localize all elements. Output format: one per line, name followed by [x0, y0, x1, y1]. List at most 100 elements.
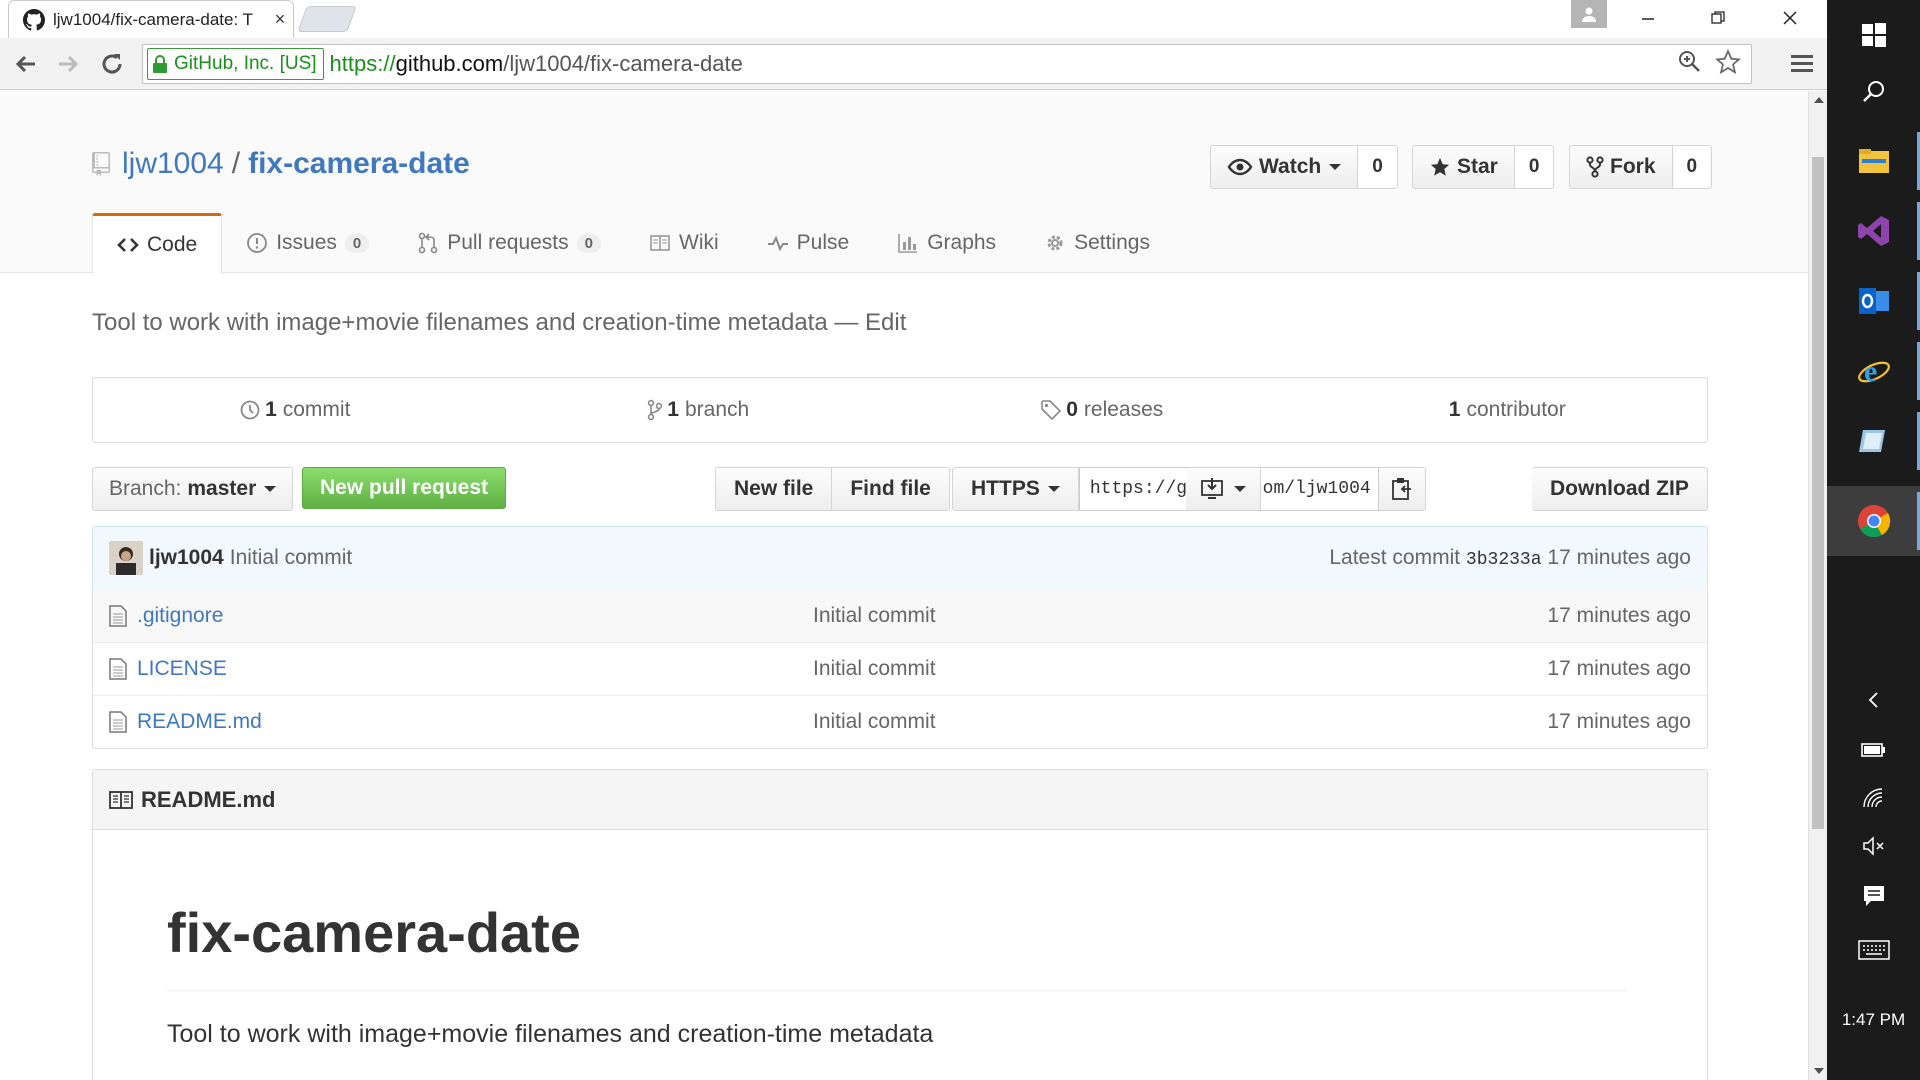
restore-icon[interactable] — [1690, 0, 1746, 36]
chevron-left-icon[interactable] — [1827, 680, 1920, 720]
svg-text:e: e — [1864, 355, 1877, 388]
outlook-icon[interactable] — [1827, 266, 1920, 336]
numbers-summary: 1 commit 1 branch 0 releases 1 contributor — [92, 377, 1708, 443]
repo-owner-link[interactable]: ljw1004 — [122, 147, 224, 181]
protocol-select-button[interactable]: HTTPS — [952, 467, 1079, 511]
url-text[interactable]: https://github.com/ljw1004/fix-camera-da… — [330, 51, 743, 77]
file-icon — [109, 604, 127, 627]
tab-code[interactable]: Code — [92, 213, 223, 274]
chrome-menu-icon[interactable] — [1788, 50, 1816, 78]
book-icon — [109, 790, 133, 809]
browser-titlebar: ljw1004/fix-camera-date: T × — [0, 0, 1827, 38]
branches-link[interactable]: 1 branch — [497, 378, 901, 442]
file-name-link[interactable]: README.md — [137, 710, 813, 734]
commit-author-link[interactable]: ljw1004 — [149, 546, 224, 570]
graph-icon — [898, 234, 918, 253]
branch-select-button[interactable]: Branch: master — [92, 467, 294, 511]
tab-close-icon[interactable]: × — [267, 9, 293, 30]
readme-body: Tool to work with image+movie filenames … — [167, 1020, 934, 1048]
volume-muted-icon[interactable] — [1827, 826, 1920, 866]
file-commit-message[interactable]: Initial commit — [813, 657, 1547, 681]
star-button[interactable]: Star — [1412, 145, 1515, 189]
secure-badge[interactable]: GitHub, Inc. [US] — [147, 48, 324, 80]
file-list: .gitignore Initial commit 17 minutes ago… — [92, 589, 1708, 749]
releases-link[interactable]: 0 releases — [900, 378, 1304, 442]
pulse-icon — [767, 235, 788, 252]
branch-icon — [648, 399, 663, 421]
book-icon — [650, 235, 670, 251]
tab-wiki[interactable]: Wiki — [625, 213, 743, 273]
profile-icon[interactable] — [1571, 0, 1607, 28]
page-scrollbar[interactable] — [1808, 91, 1827, 1080]
app-icon[interactable] — [1827, 406, 1920, 476]
new-file-button[interactable]: New file — [715, 467, 833, 511]
caret-down-icon — [1329, 164, 1342, 170]
fork-icon — [1586, 156, 1604, 178]
commit-tease: ljw1004 Initial commit Latest commit 3b3… — [92, 526, 1708, 590]
scrollbar-thumb[interactable] — [1812, 157, 1824, 829]
visual-studio-icon[interactable] — [1827, 196, 1920, 266]
file-name-link[interactable]: .gitignore — [137, 604, 813, 628]
file-commit-message[interactable]: Initial commit — [813, 604, 1547, 628]
chrome-icon[interactable] — [1827, 486, 1920, 556]
file-age: 17 minutes ago — [1547, 603, 1691, 627]
gear-icon — [1047, 235, 1063, 251]
file-icon — [109, 658, 127, 680]
commit-message-link[interactable]: Initial commit — [230, 546, 353, 570]
internet-explorer-icon[interactable]: e — [1827, 336, 1920, 406]
notifications-icon[interactable] — [1827, 876, 1920, 916]
back-icon[interactable] — [8, 46, 44, 82]
caret-down-icon — [1234, 486, 1246, 492]
table-row: README.md Initial commit 17 minutes ago — [93, 695, 1707, 748]
repo-name-link[interactable]: fix-camera-date — [248, 147, 470, 181]
tab-issues[interactable]: Issues 0 — [222, 213, 393, 273]
battery-icon[interactable] — [1827, 730, 1920, 770]
browser-tab[interactable]: ljw1004/fix-camera-date: T × — [8, 0, 294, 38]
wifi-icon[interactable] — [1827, 778, 1920, 818]
watch-group: Watch 0 — [1210, 145, 1398, 189]
download-zip-button[interactable]: Download ZIP — [1532, 467, 1708, 511]
copy-url-button[interactable] — [1378, 467, 1426, 511]
description-edit-link[interactable]: Edit — [865, 309, 906, 336]
find-file-button[interactable]: Find file — [832, 467, 950, 511]
tab-settings[interactable]: Settings — [1020, 213, 1174, 273]
zoom-icon[interactable] — [1677, 49, 1701, 73]
repo-nav: Code Issues 0 Pull requests 0 Wiki Pulse G… — [92, 213, 1174, 274]
star-icon — [1430, 157, 1450, 176]
tab-pulse[interactable]: Pulse — [743, 213, 874, 273]
commits-link[interactable]: 1 commit — [93, 378, 497, 442]
file-explorer-icon[interactable] — [1827, 126, 1920, 196]
open-desktop-group — [1186, 467, 1261, 511]
contributors-link[interactable]: 1 contributor — [1304, 378, 1708, 442]
file-name-link[interactable]: LICENSE — [137, 657, 813, 681]
new-tab-button[interactable] — [297, 6, 357, 32]
open-in-desktop-button[interactable] — [1186, 467, 1261, 511]
watch-count[interactable]: 0 — [1358, 145, 1398, 189]
close-icon[interactable] — [1762, 0, 1818, 36]
watch-button[interactable]: Watch — [1210, 145, 1359, 189]
forward-icon[interactable] — [50, 46, 86, 82]
commit-age: 17 minutes ago — [1547, 546, 1691, 569]
minimize-icon[interactable] — [1620, 0, 1676, 36]
reload-icon[interactable] — [94, 46, 130, 82]
star-count[interactable]: 0 — [1514, 145, 1555, 189]
avatar[interactable] — [109, 541, 143, 575]
commit-sha-link[interactable]: 3b3233a — [1466, 550, 1542, 570]
scroll-up-icon[interactable] — [1814, 97, 1824, 103]
divider — [167, 990, 1627, 991]
secure-label: GitHub, Inc. [US] — [174, 53, 317, 74]
tab-pull-requests[interactable]: Pull requests 0 — [393, 213, 625, 273]
fork-button[interactable]: Fork — [1569, 145, 1673, 189]
scroll-down-icon[interactable] — [1814, 1068, 1824, 1074]
search-icon[interactable] — [1827, 56, 1920, 126]
taskbar-clock[interactable]: 1:47 PM — [1827, 1010, 1920, 1030]
address-bar[interactable]: GitHub, Inc. [US] https://github.com/ljw… — [142, 44, 1752, 84]
readme-box: README.md fix-camera-date Tool to work w… — [92, 769, 1708, 1080]
keyboard-icon[interactable] — [1827, 930, 1920, 970]
fork-count[interactable]: 0 — [1672, 145, 1713, 189]
new-pull-request-button[interactable]: New pull request — [302, 467, 507, 509]
file-commit-message[interactable]: Initial commit — [813, 710, 1547, 734]
bookmark-star-icon[interactable] — [1715, 49, 1741, 75]
tab-graphs[interactable]: Graphs — [873, 213, 1020, 273]
latest-commit-info: Latest commit 3b3233a 17 minutes ago — [1329, 546, 1691, 570]
